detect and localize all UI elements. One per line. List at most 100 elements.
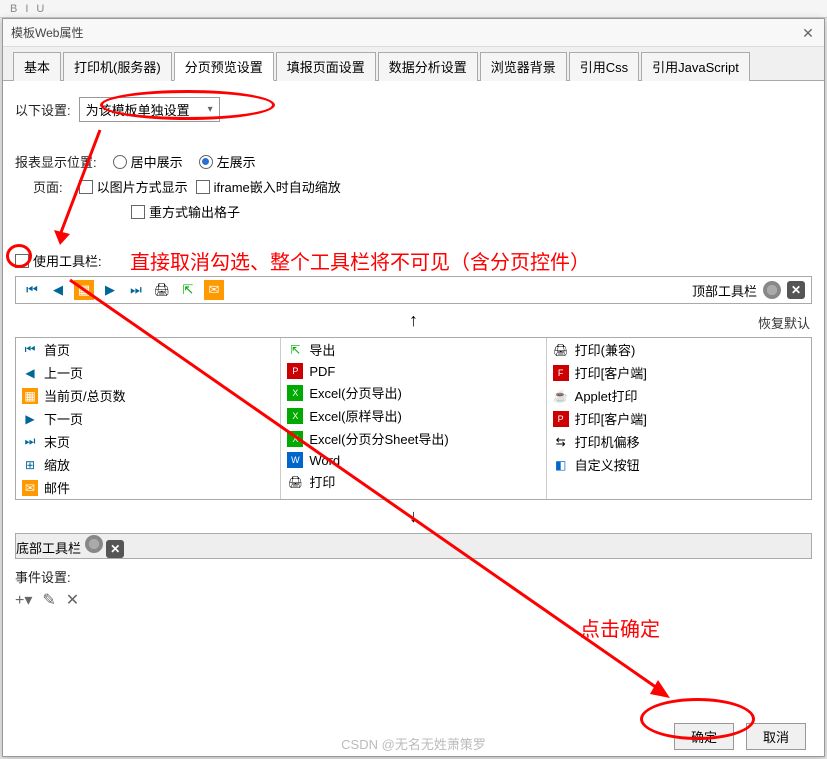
delete-icon[interactable]: ✕: [787, 281, 805, 299]
tab-browser-bg[interactable]: 浏览器背景: [480, 52, 567, 81]
first-page-icon[interactable]: ⏮: [22, 280, 42, 300]
item-zoom[interactable]: ⊞缩放: [16, 453, 280, 476]
chk-iframe-label: iframe嵌入时自动缩放: [214, 177, 341, 196]
prev-page-icon[interactable]: ◀: [48, 280, 68, 300]
dialog-title: 模板Web属性: [11, 24, 800, 41]
tab-analysis[interactable]: 数据分析设置: [378, 52, 478, 81]
checkbox-icon: [79, 180, 93, 194]
events-label: 事件设置:: [15, 570, 71, 585]
tab-basic[interactable]: 基本: [13, 52, 61, 81]
close-icon[interactable]: ✕: [800, 25, 816, 41]
page-label: 页面:: [33, 177, 63, 196]
settings-dropdown[interactable]: 为该模板单独设置 ▾: [79, 97, 220, 122]
gear-icon[interactable]: [85, 535, 103, 553]
toolbar-icons: ⏮ ◀ ▦ ▶ ⏭ 🖨 ⇱ ✉: [16, 280, 230, 300]
item-printer-offset[interactable]: ⇆打印机偏移: [547, 430, 811, 453]
events-section: 事件设置: +▾ ✎ ✕: [15, 567, 812, 610]
chk-image-label: 以图片方式显示: [97, 177, 188, 196]
titlebar: 模板Web属性 ✕: [3, 19, 824, 47]
item-excel-orig[interactable]: XExcel(原样导出): [281, 404, 545, 427]
grid-col-2: ⇱导出 PPDF XExcel(分页导出) XExcel(原样导出) XExce…: [281, 338, 546, 499]
item-next-page[interactable]: ▶下一页: [16, 407, 280, 430]
item-excel-sheet[interactable]: XExcel(分页分Sheet导出): [281, 427, 545, 450]
item-mail[interactable]: ✉邮件: [16, 476, 280, 499]
item-prev-page[interactable]: ◀上一页: [16, 361, 280, 384]
radio-icon: [199, 155, 213, 169]
item-print-client1[interactable]: F打印[客户端]: [547, 361, 811, 384]
print-icon[interactable]: 🖨: [152, 280, 172, 300]
chk-toolbar-label: 使用工具栏:: [33, 251, 102, 270]
radio-center[interactable]: 居中展示: [113, 152, 183, 171]
top-toolbar-right: 顶部工具栏 ✕: [686, 281, 811, 300]
position-radio-group: 居中展示 左展示: [113, 152, 256, 171]
ok-button[interactable]: 确定: [674, 723, 734, 750]
add-event-icon[interactable]: +▾: [15, 590, 32, 610]
bottom-toolbar-label: 底部工具栏: [16, 541, 81, 556]
current-page-icon[interactable]: ▦: [74, 280, 94, 300]
gear-icon[interactable]: [763, 281, 781, 299]
last-page-icon[interactable]: ⏭: [126, 280, 146, 300]
item-print-client2[interactable]: P打印[客户端]: [547, 407, 811, 430]
chk-use-toolbar[interactable]: 使用工具栏:: [15, 251, 102, 270]
export-icon[interactable]: ⇱: [178, 280, 198, 300]
radio-center-label: 居中展示: [131, 152, 183, 171]
bottom-toolbar-strip: 底部工具栏 ✕: [15, 533, 812, 559]
top-toolbar-label: 顶部工具栏: [692, 281, 757, 300]
row-position: 报表显示位置: 居中展示 左展示: [15, 152, 812, 171]
edit-event-icon[interactable]: ✎: [42, 590, 55, 610]
below-label: 以下设置:: [15, 100, 71, 119]
arrow-down-icon: ↓: [15, 506, 812, 527]
watermark: CSDN @无名无姓萧策罗: [341, 734, 486, 753]
next-page-icon[interactable]: ▶: [100, 280, 120, 300]
chk-heavy-label: 重方式输出格子: [149, 202, 240, 221]
checkbox-icon: [131, 205, 145, 219]
tab-css[interactable]: 引用Css: [569, 52, 639, 81]
row-page: 页面: 以图片方式显示 iframe嵌入时自动缩放: [73, 177, 812, 196]
item-applet-print[interactable]: ☕Applet打印: [547, 384, 811, 407]
dialog-footer: 确定 取消: [674, 723, 806, 750]
radio-icon: [113, 155, 127, 169]
grid-col-1: ⏮首页 ◀上一页 ▦当前页/总页数 ▶下一页 ⏭末页 ⊞缩放 ✉邮件: [16, 338, 281, 499]
cancel-button[interactable]: 取消: [746, 723, 806, 750]
position-label: 报表显示位置:: [15, 152, 97, 171]
row-use-toolbar: 使用工具栏:: [15, 251, 812, 270]
item-export[interactable]: ⇱导出: [281, 338, 545, 361]
row-heavy: 重方式输出格子: [73, 202, 812, 221]
item-custom-btn[interactable]: ◧自定义按钮: [547, 453, 811, 476]
tab-js[interactable]: 引用JavaScript: [641, 52, 750, 81]
item-first-page[interactable]: ⏮首页: [16, 338, 280, 361]
radio-left-label: 左展示: [217, 152, 256, 171]
item-excel-page[interactable]: XExcel(分页导出): [281, 381, 545, 404]
tab-page-preview[interactable]: 分页预览设置: [174, 52, 274, 81]
tab-fill[interactable]: 填报页面设置: [276, 52, 376, 81]
item-pdf[interactable]: PPDF: [281, 361, 545, 381]
item-print[interactable]: 🖨打印: [281, 470, 545, 493]
chevron-down-icon: ▾: [208, 104, 213, 115]
tab-printer[interactable]: 打印机(服务器): [63, 52, 172, 81]
restore-default-link[interactable]: 恢复默认: [758, 313, 810, 332]
top-toolbar-strip: ⏮ ◀ ▦ ▶ ⏭ 🖨 ⇱ ✉ 顶部工具栏 ✕: [15, 276, 812, 304]
bottom-toolbar-right: 底部工具栏 ✕: [16, 535, 124, 558]
chk-iframe-auto[interactable]: iframe嵌入时自动缩放: [196, 177, 341, 196]
app-toolbar-bg: BIU: [0, 0, 827, 18]
item-print-compat[interactable]: 🖨打印(兼容): [547, 338, 811, 361]
arrow-up-icon: ↑: [15, 310, 812, 331]
checkbox-icon: [196, 180, 210, 194]
tab-strip: 基本 打印机(服务器) 分页预览设置 填报页面设置 数据分析设置 浏览器背景 引…: [3, 47, 824, 81]
event-buttons: +▾ ✎ ✕: [15, 590, 812, 610]
dialog: 模板Web属性 ✕ 基本 打印机(服务器) 分页预览设置 填报页面设置 数据分析…: [2, 18, 825, 757]
content-area: 以下设置: 为该模板单独设置 ▾ 报表显示位置: 居中展示 左展示 页面:: [3, 81, 824, 738]
chk-heavy-output[interactable]: 重方式输出格子: [131, 202, 240, 221]
chk-image-display[interactable]: 以图片方式显示: [79, 177, 188, 196]
mail-icon[interactable]: ✉: [204, 280, 224, 300]
toolbar-items-grid: ⏮首页 ◀上一页 ▦当前页/总页数 ▶下一页 ⏭末页 ⊞缩放 ✉邮件 ⇱导出 P…: [15, 337, 812, 500]
dropdown-value: 为该模板单独设置: [86, 100, 190, 119]
radio-left[interactable]: 左展示: [199, 152, 256, 171]
row-below-setting: 以下设置: 为该模板单独设置 ▾: [15, 97, 812, 122]
checkbox-icon: [15, 254, 29, 268]
delete-icon[interactable]: ✕: [106, 540, 124, 558]
item-current-page[interactable]: ▦当前页/总页数: [16, 384, 280, 407]
item-word[interactable]: WWord: [281, 450, 545, 470]
remove-event-icon[interactable]: ✕: [66, 590, 79, 610]
item-last-page[interactable]: ⏭末页: [16, 430, 280, 453]
